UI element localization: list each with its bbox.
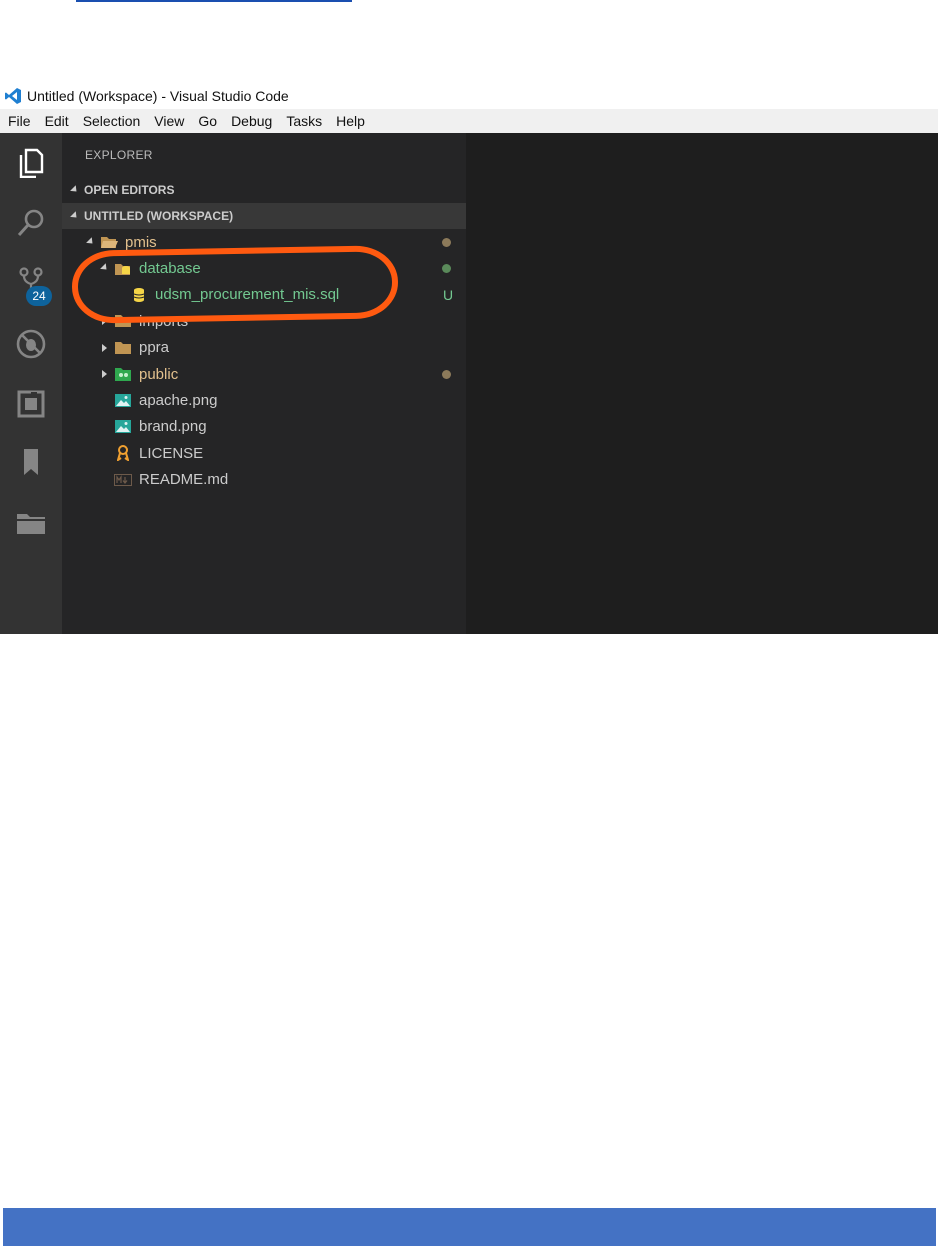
menu-go[interactable]: Go bbox=[198, 113, 217, 129]
menu-tasks[interactable]: Tasks bbox=[286, 113, 322, 129]
tree-item-public[interactable]: public bbox=[62, 361, 466, 387]
chevron-down-icon bbox=[70, 184, 80, 194]
tree-label: ppra bbox=[139, 339, 170, 357]
explorer-header: EXPLORER bbox=[85, 148, 153, 162]
bookmark-icon[interactable] bbox=[11, 442, 51, 482]
license-file-icon bbox=[114, 445, 132, 462]
folder-open-icon bbox=[100, 234, 118, 250]
workspace-section[interactable]: UNTITLED (WORKSPACE) bbox=[62, 203, 466, 229]
chevron-down-icon bbox=[86, 236, 96, 247]
chevron-right-icon bbox=[101, 343, 107, 352]
tree-item-readme[interactable]: README.md bbox=[62, 467, 466, 493]
tree-label: apache.png bbox=[139, 392, 218, 410]
open-editors-label: OPEN EDITORS bbox=[84, 183, 175, 197]
workbench: 24 EXPLORER OPEN EDITORS UNTITLED (WORKS… bbox=[0, 133, 938, 634]
tree-item-ppra[interactable]: ppra bbox=[62, 335, 466, 361]
footer-bar bbox=[3, 1208, 936, 1246]
document-page: Untitled (Workspace) - Visual Studio Cod… bbox=[0, 0, 938, 1246]
public-folder-icon bbox=[114, 366, 132, 382]
window-title: Untitled (Workspace) - Visual Studio Cod… bbox=[27, 87, 289, 104]
folder-icon[interactable] bbox=[11, 502, 51, 542]
tree-label: brand.png bbox=[139, 418, 207, 436]
tree-item-license[interactable]: LICENSE bbox=[62, 440, 466, 466]
menu-debug[interactable]: Debug bbox=[231, 113, 272, 129]
vscode-window-screenshot: Untitled (Workspace) - Visual Studio Cod… bbox=[0, 82, 938, 634]
untracked-dot bbox=[442, 264, 451, 274]
modified-dot bbox=[442, 237, 451, 247]
markdown-file-icon bbox=[114, 472, 132, 488]
image-file-icon bbox=[114, 419, 132, 435]
activity-bar: 24 bbox=[0, 133, 62, 634]
tree-label: public bbox=[139, 365, 179, 383]
search-icon[interactable] bbox=[11, 203, 51, 243]
open-editors-section[interactable]: OPEN EDITORS bbox=[62, 177, 466, 203]
scm-badge: 24 bbox=[26, 286, 52, 306]
chevron-right-icon bbox=[101, 370, 107, 379]
workspace-label: UNTITLED (WORKSPACE) bbox=[84, 209, 234, 223]
files-icon[interactable] bbox=[11, 143, 51, 183]
tree-label: README.md bbox=[139, 471, 229, 489]
menu-help[interactable]: Help bbox=[336, 113, 365, 129]
tree-label: pmis bbox=[125, 233, 157, 251]
modified-dot bbox=[442, 369, 451, 379]
title-bar: Untitled (Workspace) - Visual Studio Cod… bbox=[0, 82, 938, 109]
tree-label: LICENSE bbox=[139, 444, 204, 462]
image-file-icon bbox=[114, 393, 132, 409]
folder-icon bbox=[114, 340, 132, 356]
editor-area[interactable] bbox=[467, 133, 938, 634]
extensions-icon[interactable] bbox=[11, 384, 51, 424]
explorer-sidebar: EXPLORER OPEN EDITORS UNTITLED (WORKSPAC… bbox=[62, 133, 467, 634]
menu-bar: File Edit Selection View Go Debug Tasks … bbox=[0, 109, 938, 133]
menu-selection[interactable]: Selection bbox=[83, 113, 141, 129]
menu-edit[interactable]: Edit bbox=[45, 113, 69, 129]
debug-icon[interactable] bbox=[11, 324, 51, 364]
link-underline[interactable] bbox=[76, 0, 352, 2]
untracked-status: U bbox=[443, 286, 454, 303]
menu-file[interactable]: File bbox=[8, 113, 31, 129]
menu-view[interactable]: View bbox=[154, 113, 184, 129]
chevron-down-icon bbox=[70, 210, 80, 220]
highlight-annotation bbox=[71, 245, 399, 324]
vscode-logo-icon bbox=[5, 87, 21, 104]
tree-item-apache-png[interactable]: apache.png bbox=[62, 387, 466, 413]
tree-item-brand-png[interactable]: brand.png bbox=[62, 414, 466, 440]
